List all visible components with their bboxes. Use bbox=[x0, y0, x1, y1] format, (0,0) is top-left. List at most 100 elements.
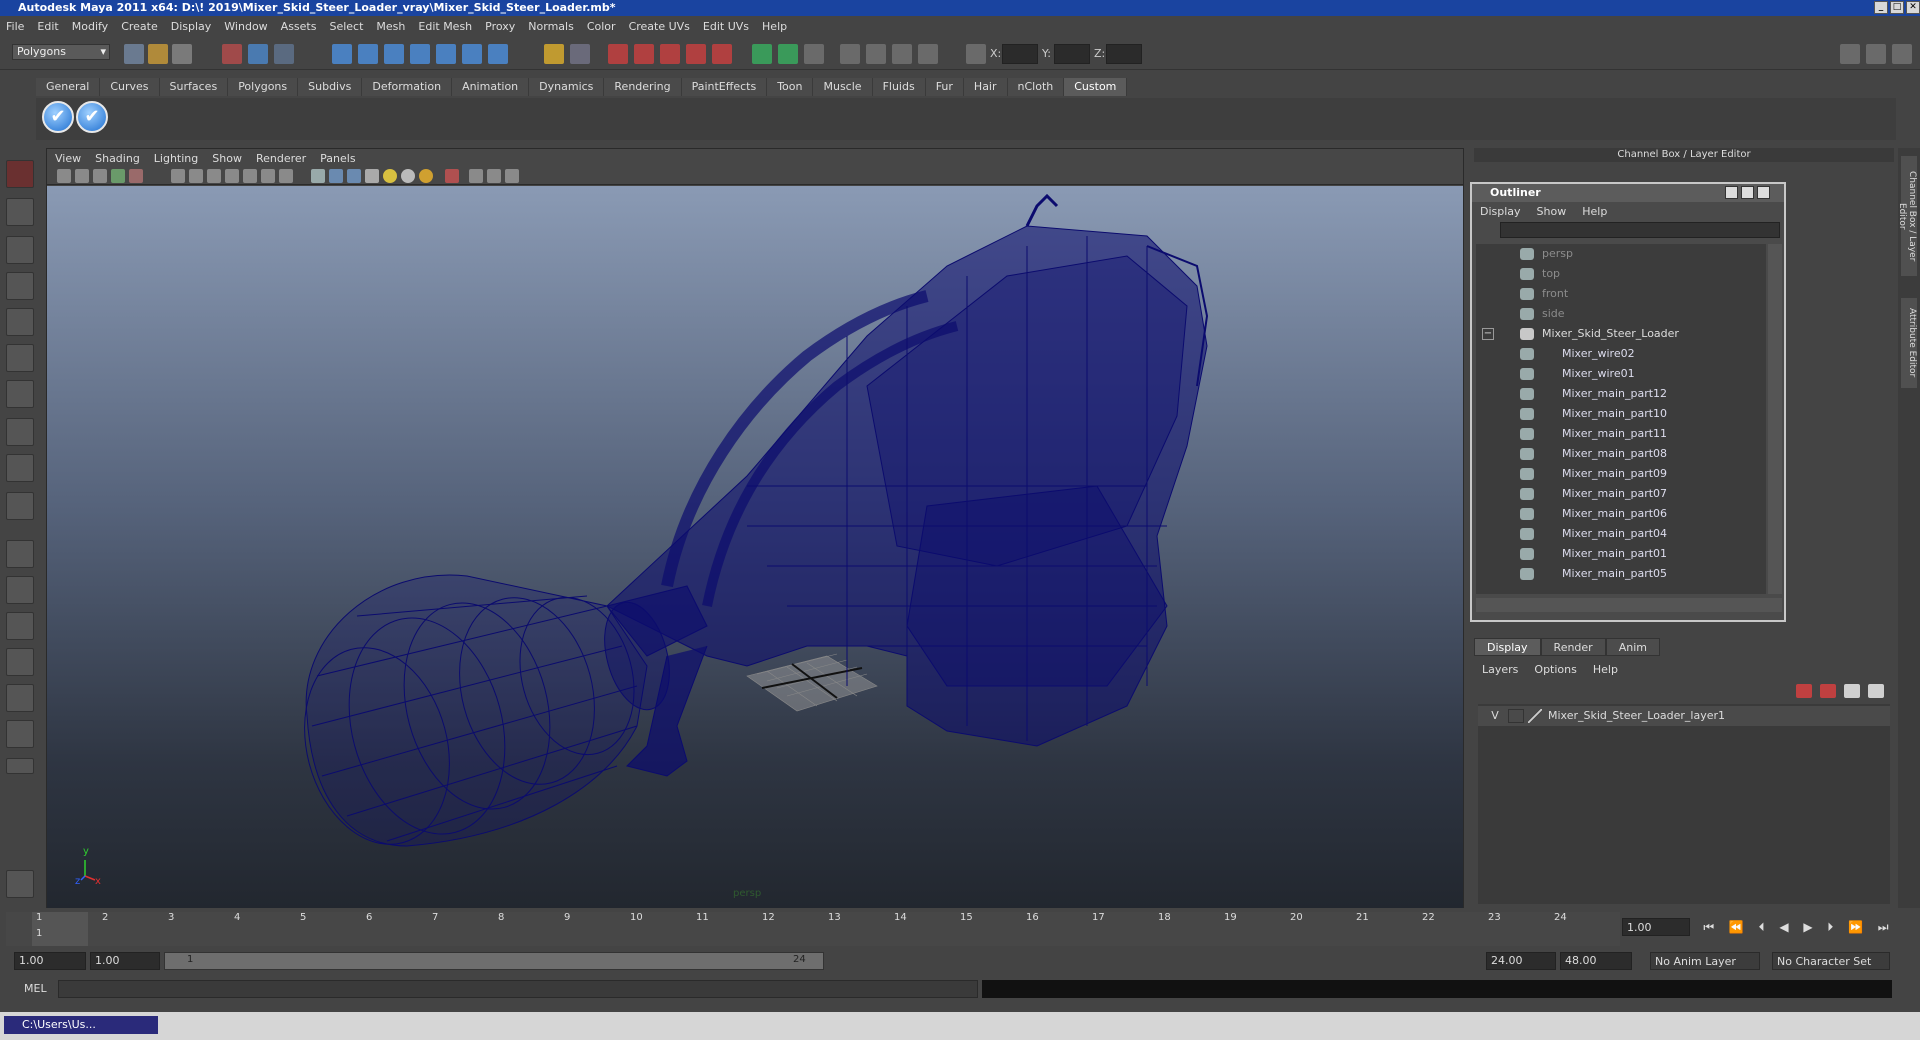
safe-title-icon[interactable] bbox=[279, 169, 293, 183]
shelf-tab-animation[interactable]: Animation bbox=[452, 78, 530, 96]
play-forward-icon[interactable]: ▶ bbox=[1803, 920, 1812, 934]
menu-modify[interactable]: Modify bbox=[72, 20, 108, 33]
bookmark-icon[interactable] bbox=[93, 169, 107, 183]
playback-start-field[interactable]: 1.00 bbox=[90, 952, 160, 970]
smooth-shade-icon[interactable] bbox=[329, 169, 343, 183]
snap-grid-icon[interactable] bbox=[332, 44, 352, 64]
wireframe-on-shaded-icon[interactable] bbox=[347, 169, 361, 183]
render-icon[interactable] bbox=[608, 44, 628, 64]
close-icon[interactable]: ✕ bbox=[1906, 1, 1920, 14]
hypershade-icon[interactable] bbox=[686, 44, 706, 64]
snap-point-icon[interactable] bbox=[384, 44, 404, 64]
step-forward-frame-icon[interactable]: ⏵ bbox=[1827, 920, 1833, 935]
menu-create-uvs[interactable]: Create UVs bbox=[629, 20, 690, 33]
layout-icon[interactable] bbox=[840, 44, 860, 64]
show-tool-settings-icon[interactable] bbox=[1892, 44, 1912, 64]
viewport-menu-lighting[interactable]: Lighting bbox=[154, 152, 198, 165]
outliner-item-mixer-main-part09[interactable]: Mixer_main_part09 bbox=[1476, 464, 1766, 484]
layer-visibility-toggle[interactable]: V bbox=[1486, 706, 1504, 726]
outliner-item-top[interactable]: top bbox=[1476, 264, 1766, 284]
playback-end-field[interactable]: 24.00 bbox=[1486, 952, 1556, 970]
outliner-item-group[interactable]: − Mixer_Skid_Steer_Loader bbox=[1476, 324, 1766, 344]
outliner-item-front[interactable]: front bbox=[1476, 284, 1766, 304]
ipr-render-icon[interactable] bbox=[634, 44, 654, 64]
default-lighting-icon[interactable] bbox=[383, 169, 397, 183]
channel-box-icon[interactable] bbox=[804, 44, 824, 64]
layer-up-icon[interactable] bbox=[1796, 684, 1812, 698]
layer-tab-display[interactable]: Display bbox=[1474, 638, 1541, 656]
outliner-item-mixer-main-part11[interactable]: Mixer_main_part11 bbox=[1476, 424, 1766, 444]
transform-mode-icon[interactable] bbox=[966, 44, 986, 64]
all-lights-icon[interactable] bbox=[401, 169, 415, 183]
more-layouts-icon[interactable] bbox=[6, 758, 34, 774]
layer-down-icon[interactable] bbox=[1820, 684, 1836, 698]
outliner-item-mixer-main-part08[interactable]: Mixer_main_part08 bbox=[1476, 444, 1766, 464]
taskbar-item-explorer[interactable]: C:\Users\Us... bbox=[4, 1016, 158, 1034]
end-time-field[interactable]: 48.00 bbox=[1560, 952, 1632, 970]
outliner-menu-show[interactable]: Show bbox=[1537, 205, 1567, 218]
custom-layout-icon[interactable] bbox=[6, 720, 34, 748]
start-time-field[interactable]: 1.00 bbox=[14, 952, 86, 970]
custom-shelf-button-2[interactable]: ✔ bbox=[76, 101, 108, 133]
shelf-tab-painteffects[interactable]: PaintEffects bbox=[681, 78, 768, 96]
perspective-viewport[interactable]: View Shading Lighting Show Renderer Pane… bbox=[46, 148, 1464, 908]
attribute-editor-side-tab[interactable]: Attribute Editor bbox=[1901, 298, 1917, 388]
shelf-tab-curves[interactable]: Curves bbox=[100, 78, 160, 96]
snap-plane-icon[interactable] bbox=[410, 44, 430, 64]
outliner-scrollbar[interactable] bbox=[1768, 244, 1782, 594]
shelf-tab-polygons[interactable]: Polygons bbox=[228, 78, 299, 96]
viewport-menu-shading[interactable]: Shading bbox=[95, 152, 140, 165]
last-tool-icon[interactable] bbox=[6, 492, 34, 520]
y-field[interactable] bbox=[1054, 44, 1090, 64]
z-field[interactable] bbox=[1106, 44, 1142, 64]
isolate-select-icon[interactable] bbox=[469, 169, 483, 183]
graph-persp-layout-icon[interactable] bbox=[6, 648, 34, 676]
outliner-item-mixer-wire02[interactable]: Mixer_wire02 bbox=[1476, 344, 1766, 364]
shelf-tab-rendering[interactable]: Rendering bbox=[604, 78, 682, 96]
share-view-icon[interactable] bbox=[505, 169, 519, 183]
tool-settings-icon[interactable] bbox=[778, 44, 798, 64]
shelf-tab-muscle[interactable]: Muscle bbox=[813, 78, 873, 96]
field-chart-icon[interactable] bbox=[243, 169, 257, 183]
go-to-start-icon[interactable]: ⏮ bbox=[1703, 920, 1714, 935]
open-scene-icon[interactable] bbox=[148, 44, 168, 64]
menu-select[interactable]: Select bbox=[329, 20, 363, 33]
script-editor-icon[interactable] bbox=[866, 44, 886, 64]
hypershade-layout-icon[interactable] bbox=[6, 684, 34, 712]
show-manipulator-icon[interactable] bbox=[6, 454, 34, 482]
menu-assets[interactable]: Assets bbox=[281, 20, 317, 33]
outliner-item-mixer-main-part10[interactable]: Mixer_main_part10 bbox=[1476, 404, 1766, 424]
outliner-item-side[interactable]: side bbox=[1476, 304, 1766, 324]
shelf-tab-fluids[interactable]: Fluids bbox=[872, 78, 926, 96]
go-to-end-icon[interactable]: ⏭ bbox=[1878, 920, 1889, 935]
viewport-menu-panels[interactable]: Panels bbox=[320, 152, 355, 165]
shelf-tab-ncloth[interactable]: nCloth bbox=[1007, 78, 1065, 96]
outliner-close-icon[interactable] bbox=[1757, 186, 1770, 199]
shelf-tab-custom[interactable]: Custom bbox=[1064, 78, 1128, 96]
input-output-icon[interactable] bbox=[570, 44, 590, 64]
mel-input[interactable] bbox=[58, 980, 978, 998]
menu-file[interactable]: File bbox=[6, 20, 24, 33]
outliner-item-mixer-wire01[interactable]: Mixer_wire01 bbox=[1476, 364, 1766, 384]
layer-tab-anim[interactable]: Anim bbox=[1605, 638, 1660, 656]
resolution-gate-icon[interactable] bbox=[207, 169, 221, 183]
outliner-item-mixer-main-part07[interactable]: Mixer_main_part07 bbox=[1476, 484, 1766, 504]
step-forward-key-icon[interactable]: ⏩ bbox=[1848, 920, 1863, 934]
lasso-tool-icon[interactable] bbox=[6, 198, 34, 226]
select-tool-icon[interactable] bbox=[6, 160, 34, 188]
manipulator-tool-icon[interactable] bbox=[6, 380, 34, 408]
character-set-dropdown[interactable]: No Character Set bbox=[1772, 952, 1890, 970]
shelf-tab-fur[interactable]: Fur bbox=[925, 78, 964, 96]
textured-icon[interactable] bbox=[365, 169, 379, 183]
shelf-tab-surfaces[interactable]: Surfaces bbox=[159, 78, 229, 96]
menu-edit-uvs[interactable]: Edit UVs bbox=[703, 20, 749, 33]
menu-window[interactable]: Window bbox=[224, 20, 267, 33]
layer-menu-options[interactable]: Options bbox=[1534, 663, 1576, 676]
layer-menu-help[interactable]: Help bbox=[1593, 663, 1618, 676]
xray-icon[interactable] bbox=[445, 169, 459, 183]
scale-tool-icon[interactable] bbox=[6, 344, 34, 372]
shelf-tab-hair[interactable]: Hair bbox=[963, 78, 1008, 96]
outliner-item-mixer-main-part01[interactable]: Mixer_main_part01 bbox=[1476, 544, 1766, 564]
menu-create[interactable]: Create bbox=[121, 20, 158, 33]
menu-edit[interactable]: Edit bbox=[37, 20, 58, 33]
